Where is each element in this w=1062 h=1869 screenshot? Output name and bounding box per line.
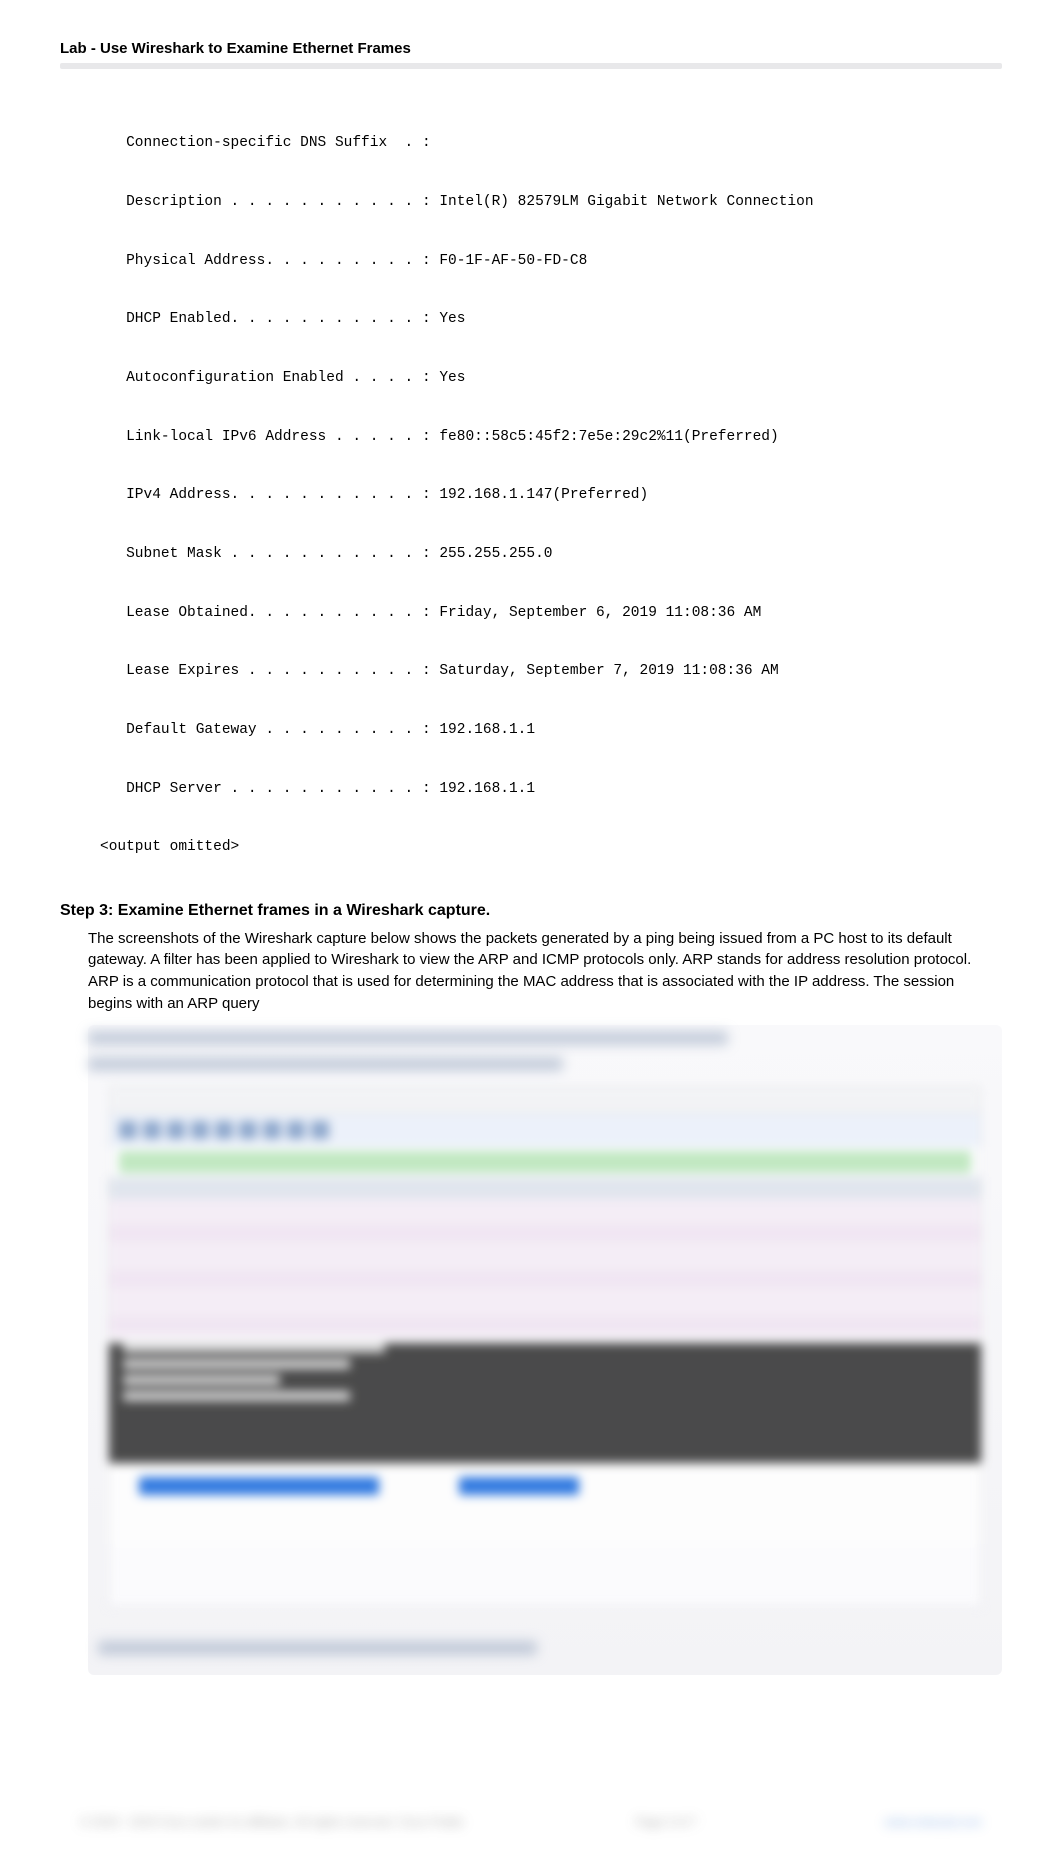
- step3-paragraph: The screenshots of the Wireshark capture…: [88, 928, 992, 1015]
- console-line: Lease Obtained. . . . . . . . . . : Frid…: [100, 604, 1002, 624]
- console-line: Lease Expires . . . . . . . . . . : Satu…: [100, 662, 1002, 682]
- title-underline: [60, 63, 1002, 69]
- page-title: Lab - Use Wireshark to Examine Ethernet …: [60, 40, 1002, 57]
- console-line: IPv4 Address. . . . . . . . . . . : 192.…: [100, 486, 1002, 506]
- console-output: Connection-specific DNS Suffix . : Descr…: [100, 95, 1002, 878]
- console-line: DHCP Server . . . . . . . . . . . : 192.…: [100, 780, 1002, 800]
- console-line: Link-local IPv6 Address . . . . . : fe80…: [100, 428, 1002, 448]
- console-line: Autoconfiguration Enabled . . . . : Yes: [100, 369, 1002, 389]
- console-line: Subnet Mask . . . . . . . . . . . : 255.…: [100, 545, 1002, 565]
- console-line: Physical Address. . . . . . . . . : F0-1…: [100, 252, 1002, 272]
- console-line: <output omitted>: [100, 838, 1002, 858]
- step3-heading: Step 3: Examine Ethernet frames in a Wir…: [60, 902, 1002, 920]
- console-line: DHCP Enabled. . . . . . . . . . . : Yes: [100, 310, 1002, 330]
- footer-copyright: © 2019 - 2019 Cisco and/or its affiliate…: [80, 1815, 576, 1829]
- wireshark-screenshot-mock: [108, 1085, 982, 1607]
- console-line: Connection-specific DNS Suffix . :: [100, 134, 1002, 154]
- blurred-preview-region: [88, 1025, 1002, 1675]
- console-line: Default Gateway . . . . . . . . . : 192.…: [100, 721, 1002, 741]
- page-footer: © 2019 - 2019 Cisco and/or its affiliate…: [60, 1815, 1002, 1829]
- footer-link: www.netacad.com: [756, 1815, 982, 1829]
- footer-page-number: Page 3 of 7: [576, 1815, 756, 1829]
- console-line: Description . . . . . . . . . . . : Inte…: [100, 193, 1002, 213]
